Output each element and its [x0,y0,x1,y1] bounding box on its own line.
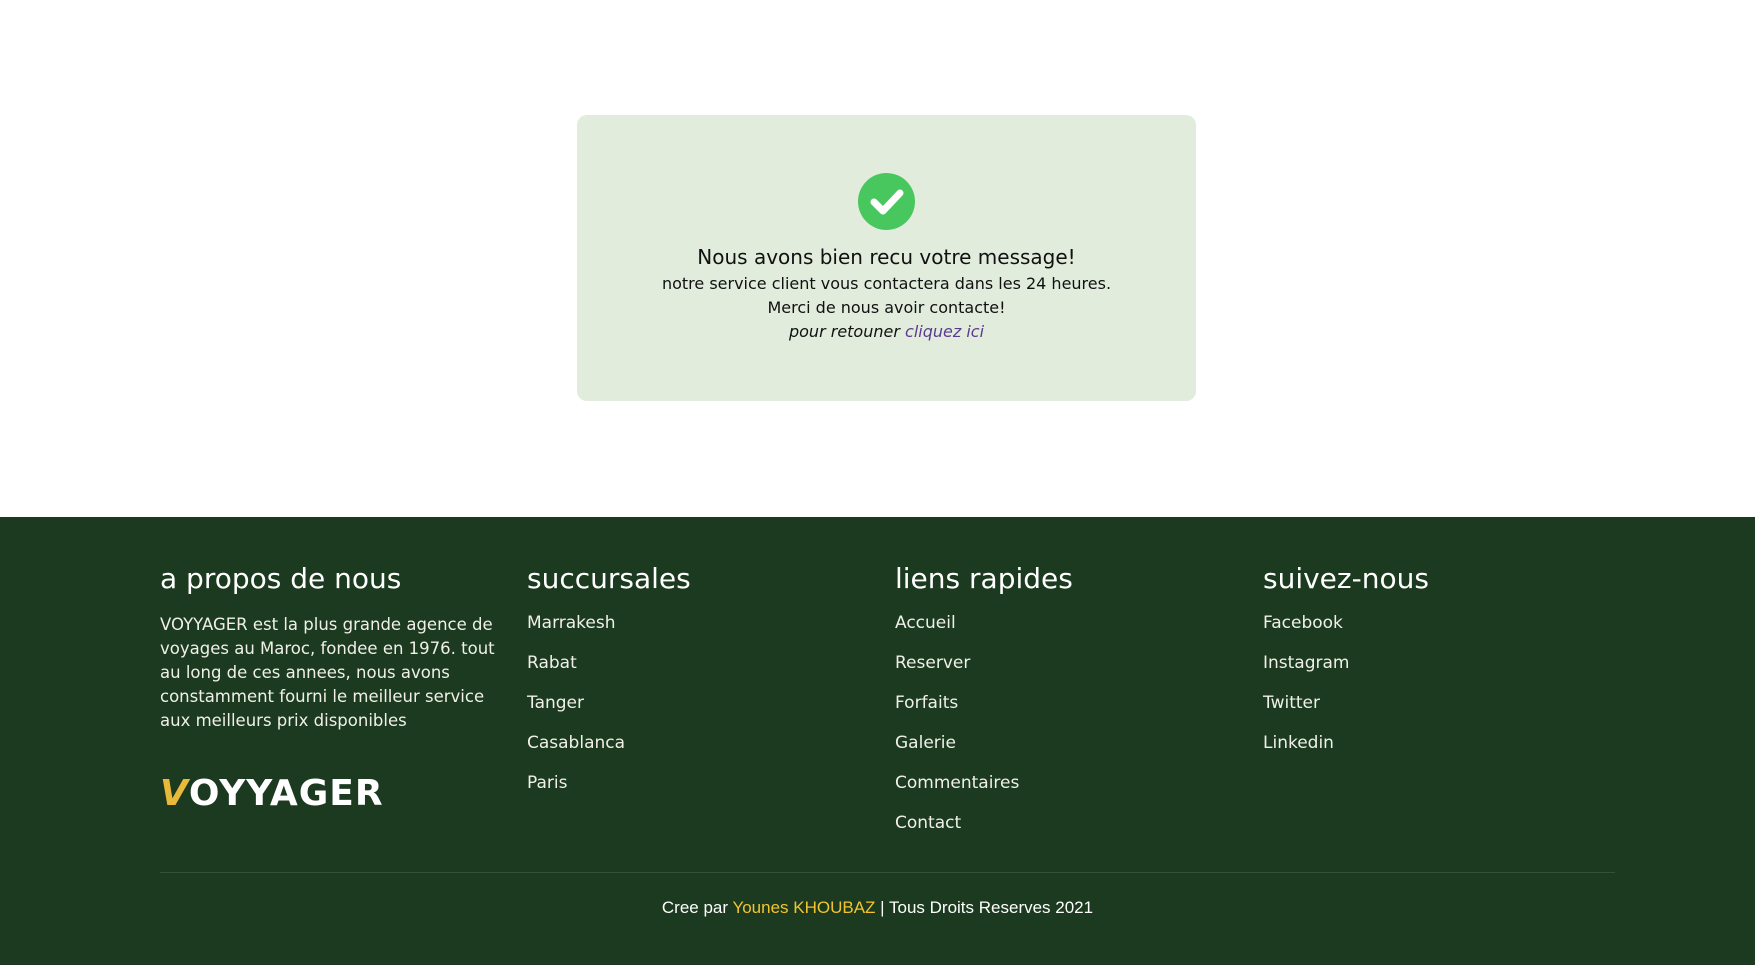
quick-link-accueil[interactable]: Accueil [895,613,1245,653]
return-text: pour retouner [788,322,900,341]
follow-heading: suivez-nous [1263,562,1429,595]
branch-link[interactable]: Rabat [527,653,877,693]
quick-link-galerie[interactable]: Galerie [895,733,1245,773]
confirmation-line-2: Merci de nous avoir contacte! [767,298,1006,317]
return-link[interactable]: cliquez ici [905,322,984,341]
branch-link[interactable]: Paris [527,773,877,813]
branch-link[interactable]: Casablanca [527,733,877,773]
footer-follow: suivez-nous Facebook Instagram Twitter L… [1263,562,1613,773]
branches-heading: succursales [527,562,691,595]
footer-divider [160,872,1615,873]
quick-links-heading: liens rapides [895,562,1073,595]
twitter-link[interactable]: Twitter [1263,693,1613,733]
quick-link-reserver[interactable]: Reserver [895,653,1245,693]
footer-branches: succursales Marrakesh Rabat Tanger Casab… [527,562,877,813]
facebook-link[interactable]: Facebook [1263,613,1613,653]
confirmation-card: Nous avons bien recu votre message! notr… [577,115,1196,401]
quick-link-contact[interactable]: Contact [895,813,1245,853]
confirmation-title: Nous avons bien recu votre message! [697,245,1076,269]
footer-about: a propos de nous VOYYAGER est la plus gr… [160,562,510,814]
copyright: Cree par Younes KHOUBAZ | Tous Droits Re… [0,898,1755,918]
footer-quick-links: liens rapides Accueil Reserver Forfaits … [895,562,1245,853]
copyright-prefix: Cree par [661,898,729,917]
return-line: pour retouner cliquez ici [577,322,1196,341]
footer: a propos de nous VOYYAGER est la plus gr… [0,517,1755,965]
instagram-link[interactable]: Instagram [1263,653,1613,693]
voyyager-logo: VOYYAGER [160,773,384,814]
quick-link-forfaits[interactable]: Forfaits [895,693,1245,733]
copyright-suffix: | Tous Droits Reserves 2021 [880,898,1094,917]
author-name: Younes KHOUBAZ [732,898,876,917]
branch-link[interactable]: Marrakesh [527,613,877,653]
quick-link-commentaires[interactable]: Commentaires [895,773,1245,813]
linkedin-link[interactable]: Linkedin [1263,733,1613,773]
about-text: VOYYAGER est la plus grande agence de vo… [160,615,495,730]
check-circle-icon [858,173,915,230]
confirmation-line-1: notre service client vous contactera dan… [661,274,1112,293]
branch-link[interactable]: Tanger [527,693,877,733]
about-heading: a propos de nous [160,562,402,595]
